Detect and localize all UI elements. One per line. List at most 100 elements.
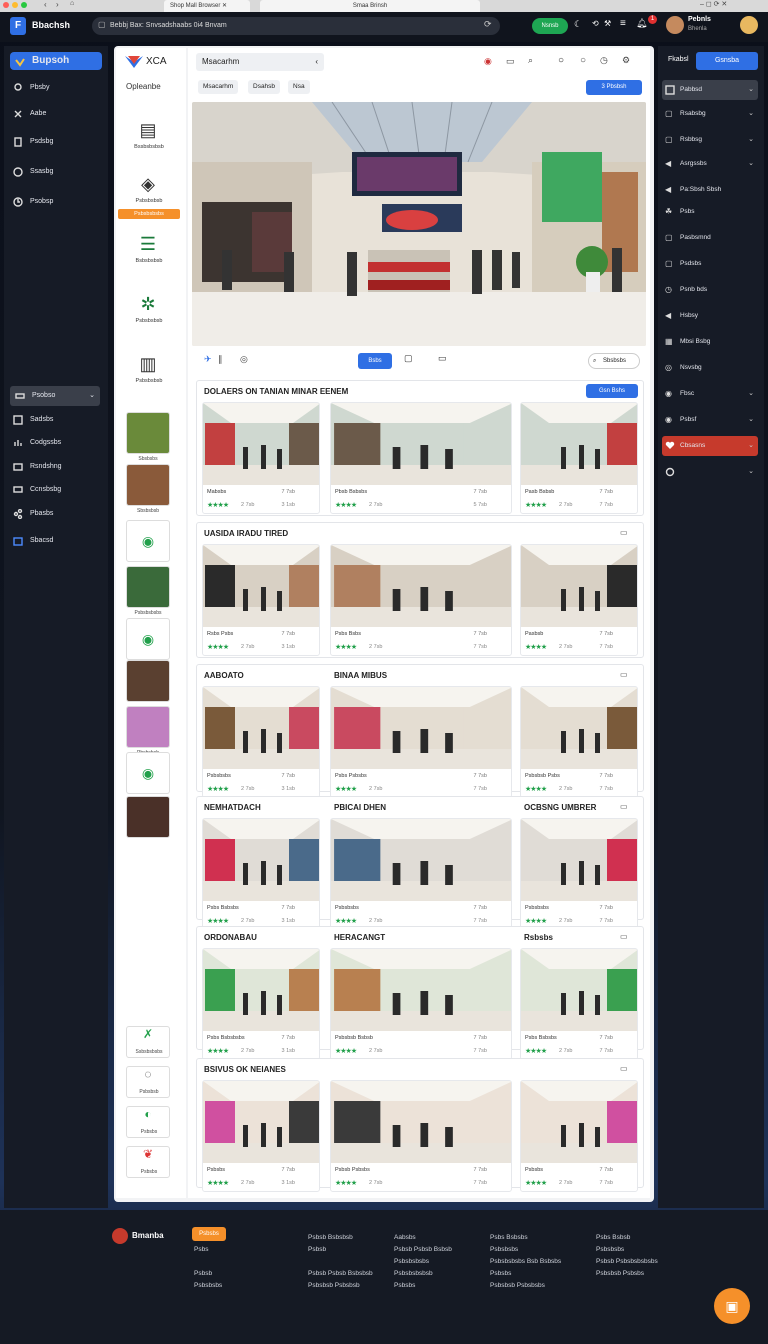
sidebar-item2-5[interactable]: Sbacsd (8, 531, 104, 551)
sidebar-item-4[interactable]: Psobsp (8, 192, 104, 212)
right-item-3[interactable]: ◀ Pa:Sbsh Sbsh (662, 180, 758, 200)
section-menu-icon[interactable]: ▭ (620, 528, 628, 537)
browser-tab-active[interactable]: Shop Mall Browser ✕ (164, 0, 250, 12)
category-thumb[interactable]: ◉ (126, 752, 170, 794)
right-item-6[interactable]: ▢ Psdsbs (662, 254, 758, 274)
footer-link[interactable]: Psbsb (194, 1268, 212, 1280)
sidebar-item2-3[interactable]: Ccnsbsbg (8, 480, 104, 500)
shield-icon[interactable]: ◎ (240, 354, 248, 365)
bottom-category-icon[interactable]: ✗ Ssbsbsbsbs (126, 1026, 170, 1058)
product-card[interactable]: Mabsbs 7 7sb ★★★★ 2 7sb 3 1sb (202, 402, 320, 514)
footer-link[interactable]: Psbsb Psbsb Bsbsbsb (308, 1268, 373, 1280)
footer-link[interactable]: Psbsbsb Psbsbsbs (490, 1280, 545, 1292)
browser-controls[interactable]: – ◻ ⟳ ✕ (700, 0, 727, 8)
footer-link[interactable]: Psbsbs (394, 1280, 415, 1292)
footer-link[interactable]: Psbs Bsbsb (596, 1232, 630, 1244)
filter-pill-0[interactable]: Msacarhm (198, 80, 239, 94)
moon-icon[interactable]: ☾ (574, 19, 582, 30)
product-card[interactable]: Psbs Bsbsbs 7 7sb ★★★★ 2 7sb 7 7sb (520, 948, 638, 1060)
hero-tab-active[interactable]: Bsbs (358, 353, 392, 369)
product-card[interactable]: Pbsb Bsbsbs 7 7sb ★★★★ 2 7sb 5 7sb (330, 402, 512, 514)
footer-link[interactable]: Psbsbsb Psbsbs (596, 1268, 644, 1280)
address-bar[interactable]: Bebbj Bax: Snvsadshaabs 0i4 Bnvam (92, 17, 500, 35)
product-card[interactable]: Psbsbsbs 7 7sb ★★★★ 2 7sb 7 7sb (330, 818, 512, 930)
bottom-category-icon[interactable]: ❦ Psbsbs (126, 1146, 170, 1178)
right-item-5[interactable]: ▢ Pasbsmnd (662, 228, 758, 248)
right-item-4[interactable]: ☘ Psbs (662, 202, 758, 222)
footer-link[interactable]: Psbsbsbs (194, 1280, 222, 1292)
section-menu-icon[interactable]: ▭ (620, 670, 628, 679)
footer-link[interactable]: Psbsbsbs (596, 1244, 624, 1256)
chat-fab-button[interactable]: ▣ (714, 1288, 750, 1324)
category-thumb[interactable] (126, 706, 170, 748)
bottom-category-icon[interactable]: ◌ Psbsbsb (126, 1066, 170, 1098)
sidebar-item-2[interactable]: Psdsbg (8, 132, 104, 152)
tools-icon[interactable]: ⚒ (604, 19, 611, 28)
camera-icon[interactable]: ▭ (506, 56, 515, 67)
section-menu-icon[interactable]: ▭ (620, 802, 628, 811)
social-icon[interactable]: ✈ (204, 354, 212, 365)
forward-icon[interactable]: › (56, 0, 59, 9)
product-card[interactable]: Psbsbs 7 7sb ★★★★ 2 7sb 7 7sb (520, 1080, 638, 1192)
right-primary-button[interactable]: Gsnsba (696, 52, 758, 70)
footer-link[interactable]: Psbs (194, 1244, 208, 1256)
product-card[interactable]: Psbs Bsbsbsbs 7 7sb ★★★★ 2 7sb 3 1sb (202, 948, 320, 1060)
bell-icon[interactable]: 🔔︎ (636, 18, 647, 29)
product-card[interactable]: Psbsbsb Bsbsb 7 7sb ★★★★ 2 7sb 7 7sb (330, 948, 512, 1060)
sidebar-item2-4[interactable]: Pbasbs (8, 504, 104, 524)
category-thumb[interactable] (126, 412, 170, 454)
leaf-icon[interactable]: ✲ (126, 288, 170, 320)
square-outline-icon[interactable]: ▭ (438, 353, 447, 364)
right-item-9[interactable]: ▦ Mbsi Bsbg (662, 332, 758, 352)
footer-link[interactable]: Psbsbsb Psbsbsb (308, 1280, 360, 1292)
history-icon[interactable]: ⟲ (592, 19, 599, 28)
back-icon[interactable]: ‹ (44, 0, 47, 9)
footer-link[interactable]: Psbsbsbsbs (394, 1256, 429, 1268)
category-thumb[interactable] (126, 660, 170, 702)
footer-link[interactable]: Psbs Bsbsbs (490, 1232, 528, 1244)
sidebar-item-1[interactable]: Aabe (8, 104, 104, 124)
hero-mall-image[interactable] (192, 102, 646, 346)
sidebar-dropdown[interactable]: Psobso ⌄ (10, 386, 100, 406)
filter-pill-2[interactable]: Nsa (288, 80, 310, 94)
category-thumb[interactable] (126, 464, 170, 506)
circle-icon[interactable]: ○ (558, 55, 564, 66)
right-item-7[interactable]: ◷ Psnb bds (662, 280, 758, 300)
footer-link[interactable]: Psbsbsbsbs Bsb Bsbsbs (490, 1256, 561, 1268)
section-menu-icon[interactable]: ▭ (620, 1064, 628, 1073)
right-item-12[interactable]: ◉ Psbsf ⌄ (662, 410, 758, 430)
product-card[interactable]: Psbsbs 7 7sb ★★★★ 2 7sb 3 1sb (202, 1080, 320, 1192)
right-item-0[interactable]: ▢ Rsabsbg ⌄ (662, 104, 758, 124)
tab-close-icon[interactable]: ✕ (222, 3, 227, 9)
sidebar-item2-1[interactable]: Codgssbs (8, 433, 104, 453)
bottom-category-icon[interactable]: ◐ Psbsbs (126, 1106, 170, 1138)
category-thumb[interactable] (126, 566, 170, 608)
product-card[interactable]: Psbsbsb Psbs 7 7sb ★★★★ 2 7sb 7 7sb (520, 686, 638, 798)
product-card[interactable]: Psbsb Psbsbs 7 7sb ★★★★ 2 7sb 7 7sb (330, 1080, 512, 1192)
product-card[interactable]: Psbsbsbs 7 7sb ★★★★ 2 7sb 7 7sb (520, 818, 638, 930)
product-card[interactable]: Pasbsb 7 7sb ★★★★ 2 7sb 7 7sb (520, 544, 638, 656)
right-toggle-row[interactable]: ⌄ (662, 462, 758, 482)
sidebar-item2-2[interactable]: Rsndshng (8, 457, 104, 477)
search-icon[interactable]: ⌕ (528, 55, 533, 66)
footer-orange-tag[interactable]: Psbsbs (192, 1227, 226, 1241)
info-icon[interactable]: ○ (580, 55, 586, 66)
product-card[interactable]: Psbs Bsbs 7 7sb ★★★★ 2 7sb 7 7sb (330, 544, 512, 656)
category-thumb[interactable] (126, 796, 170, 838)
avatar-secondary[interactable] (740, 16, 758, 34)
filter-pill-1[interactable]: Dsahsb (248, 80, 281, 94)
section-action-button[interactable]: Gsn Bshs (586, 384, 638, 398)
search-back-icon[interactable]: ‹ (315, 53, 318, 71)
store-icon[interactable]: ▤ (126, 114, 170, 146)
avatar[interactable] (666, 16, 684, 34)
blue-pill-button[interactable]: 3 Pbsbsh (586, 80, 642, 95)
maximize-window-icon[interactable] (21, 2, 27, 8)
minimize-window-icon[interactable] (12, 2, 18, 8)
sidebar-item-3[interactable]: Ssasbg (8, 162, 104, 182)
stack-icon[interactable]: ≡ (620, 18, 626, 29)
right-red-item[interactable]: Cbsasns ⌄ (662, 436, 758, 456)
record-icon[interactable]: ◉ (484, 56, 492, 67)
hero-search-pill[interactable]: ⌕ Sbsbsbs (588, 353, 640, 369)
category-thumb[interactable]: ◉ (126, 520, 170, 562)
right-item-8[interactable]: ◀ Hsbsy (662, 306, 758, 326)
